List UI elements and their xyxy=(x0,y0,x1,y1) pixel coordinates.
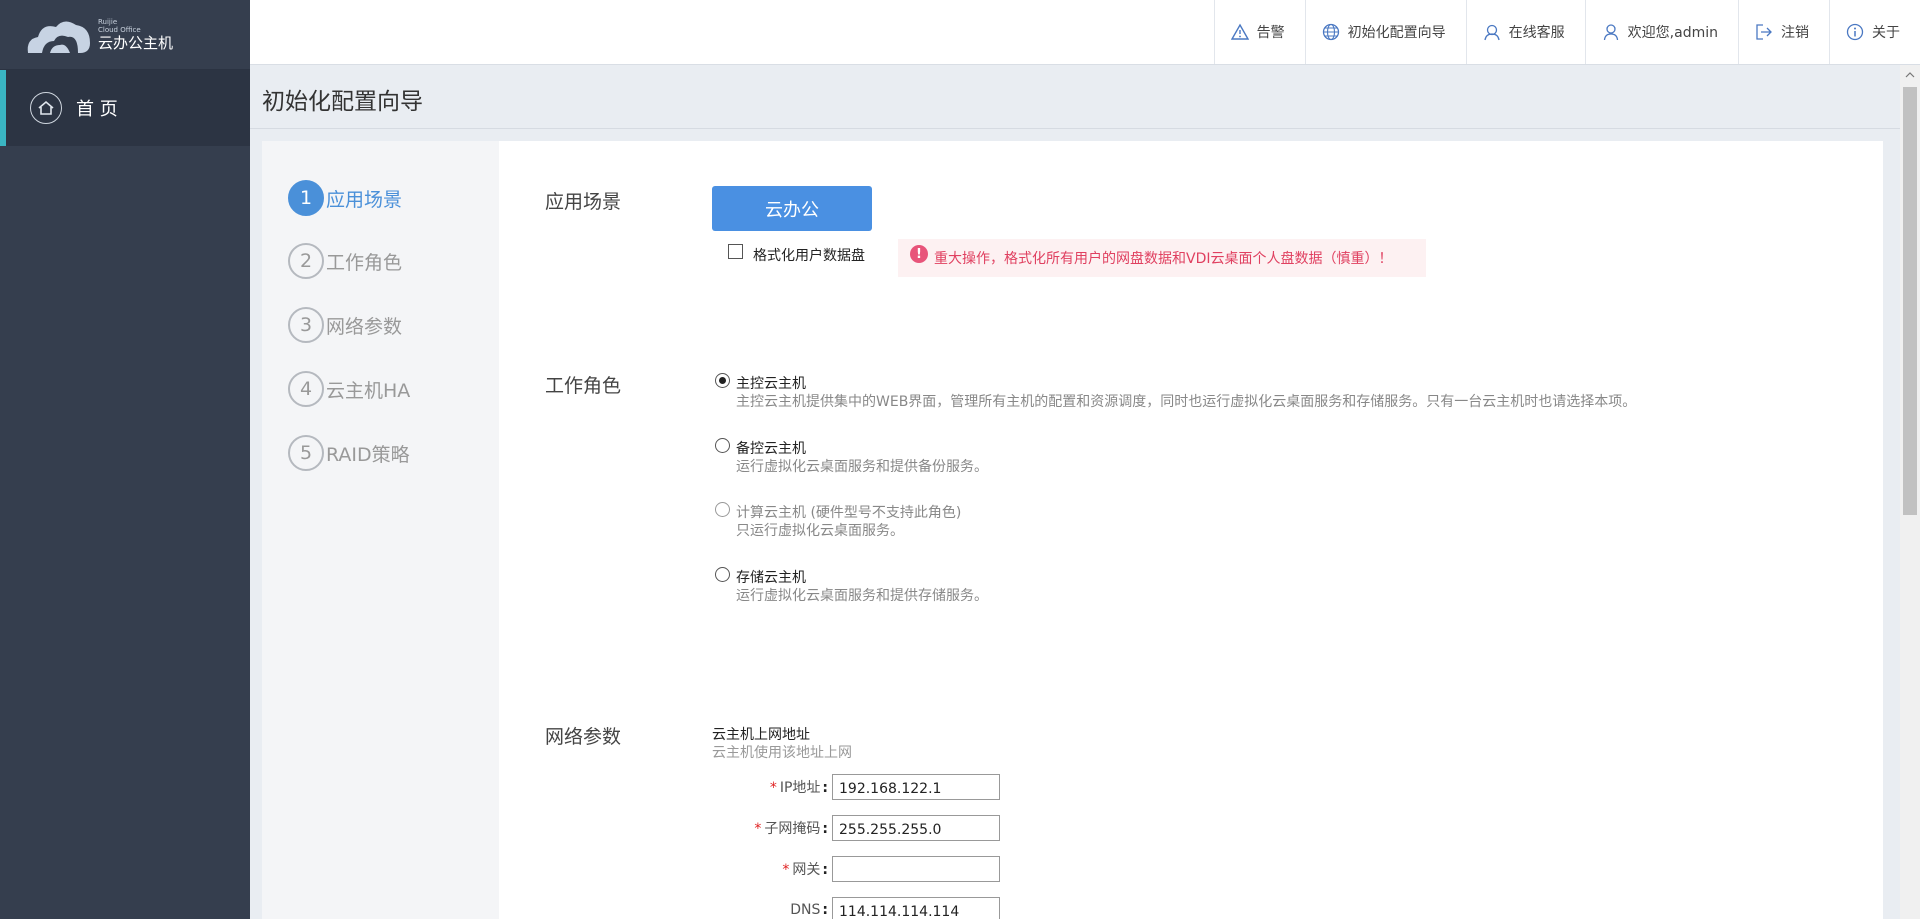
cloud-logo-icon xyxy=(27,20,90,53)
step-label: 应用场景 xyxy=(326,188,403,211)
step-number: 1 xyxy=(288,180,324,216)
alert-icon: ! xyxy=(910,245,928,263)
top-item-label: 告警 xyxy=(1256,25,1285,41)
step-number: 3 xyxy=(288,307,324,343)
step-scenario[interactable]: 1 应用场景 xyxy=(288,180,402,216)
step-number: 5 xyxy=(288,435,324,471)
network-subheading: 云主机使用该地址上网 xyxy=(712,745,852,761)
step-ha[interactable]: 4 云主机HA xyxy=(288,371,410,407)
role-title: 存储云主机 xyxy=(736,570,806,586)
netmask-field: * 子网掩码: xyxy=(712,815,1000,841)
page-title: 初始化配置向导 xyxy=(262,89,423,115)
role-title: 主控云主机 xyxy=(736,376,806,392)
scroll-up-arrow-icon[interactable] xyxy=(1900,65,1920,85)
home-icon xyxy=(30,92,62,124)
network-label: 网络参数 xyxy=(545,726,622,748)
sidebar-item-home[interactable]: 首 页 xyxy=(0,70,250,146)
top-item-label: 初始化配置向导 xyxy=(1347,25,1446,41)
logout-icon xyxy=(1756,24,1772,40)
warning-icon xyxy=(1230,23,1249,40)
title-divider xyxy=(250,128,1900,129)
role-desc: 主控云主机提供集中的WEB界面，管理所有主机的配置和资源调度，同时也运行虚拟化云… xyxy=(736,394,1637,410)
top-item-user[interactable]: 欢迎您,admin xyxy=(1584,0,1738,64)
dns-input[interactable] xyxy=(832,897,1000,919)
role-option-storage[interactable]: 存储云主机 运行虚拟化云桌面服务和提供存储服务。 xyxy=(715,567,988,605)
step-label: 网络参数 xyxy=(326,315,403,338)
format-disk-checkbox[interactable] xyxy=(728,243,743,259)
top-item-label: 欢迎您,admin xyxy=(1627,25,1718,41)
page-scrollbar[interactable] xyxy=(1900,65,1920,919)
ip-field: * IP地址: xyxy=(712,774,1000,800)
dns-field: DNS: xyxy=(712,897,1000,919)
ip-input[interactable] xyxy=(832,774,1000,800)
top-item-alarm[interactable]: 告警 xyxy=(1213,0,1305,64)
top-item-label: 注销 xyxy=(1781,25,1809,41)
step-role[interactable]: 2 工作角色 xyxy=(288,243,402,279)
warning-text: 重大操作，格式化所有用户的网盘数据和VDI云桌面个人盘数据（慎重）！ xyxy=(934,251,1393,267)
headset-icon xyxy=(1484,24,1500,41)
format-disk-label: 格式化用户数据盘 xyxy=(753,248,865,264)
step-raid[interactable]: 5 RAID策略 xyxy=(288,435,410,471)
wizard-steps: 1 应用场景 2 工作角色 3 网络参数 4 云主机HA 5 RAID策略 xyxy=(262,141,499,919)
sidebar: Ruijie Cloud Office 云办公主机 首 页 xyxy=(0,0,250,919)
field-label: IP地址 xyxy=(779,780,821,796)
step-number: 4 xyxy=(288,371,324,407)
role-desc: 只运行虚拟化云桌面服务。 xyxy=(736,523,904,539)
scroll-thumb[interactable] xyxy=(1903,87,1917,515)
info-icon xyxy=(1846,23,1864,41)
top-item-wizard[interactable]: 初始化配置向导 xyxy=(1304,0,1466,64)
netmask-input[interactable] xyxy=(832,815,1000,841)
role-option-backup[interactable]: 备控云主机 运行虚拟化云桌面服务和提供备份服务。 xyxy=(715,438,988,476)
format-disk-option[interactable]: 格式化用户数据盘 xyxy=(728,243,865,265)
top-item-label: 关于 xyxy=(1872,25,1900,41)
role-radio[interactable] xyxy=(715,373,730,388)
step-label: 工作角色 xyxy=(326,251,403,274)
sidebar-item-label: 首 页 xyxy=(76,99,118,120)
top-item-label: 在线客服 xyxy=(1508,25,1565,41)
field-label: 网关 xyxy=(792,862,821,878)
network-heading: 云主机上网地址 xyxy=(712,727,810,743)
top-item-support[interactable]: 在线客服 xyxy=(1465,0,1585,64)
field-label: 子网掩码 xyxy=(764,821,821,837)
role-label: 工作角色 xyxy=(545,375,622,397)
logo-brand: Ruijie xyxy=(98,17,118,26)
role-desc: 运行虚拟化云桌面服务和提供备份服务。 xyxy=(736,459,988,475)
logo-sub: Cloud Office xyxy=(98,25,141,34)
scenario-label: 应用场景 xyxy=(545,191,622,213)
logo-name: 云办公主机 xyxy=(98,33,174,52)
top-item-about[interactable]: 关于 xyxy=(1829,0,1920,64)
role-option-compute: 计算云主机 (硬件型号不支持此角色) 只运行虚拟化云桌面服务。 xyxy=(715,502,961,540)
top-item-logout[interactable]: 注销 xyxy=(1738,0,1829,64)
role-radio[interactable] xyxy=(715,567,730,582)
gateway-field: * 网关: xyxy=(712,856,1000,882)
role-option-master[interactable]: 主控云主机 主控云主机提供集中的WEB界面，管理所有主机的配置和资源调度，同时也… xyxy=(715,373,1636,411)
field-label: DNS xyxy=(790,902,821,918)
gateway-input[interactable] xyxy=(832,856,1000,882)
step-label: 云主机HA xyxy=(326,379,411,402)
step-label: RAID策略 xyxy=(326,443,410,466)
top-bar: 告警 初始化配置向导 在线客服 欢迎您,admin 注销 关于 xyxy=(250,0,1920,65)
globe-icon xyxy=(1322,23,1339,41)
role-title: 计算云主机 (硬件型号不支持此角色) xyxy=(736,505,962,521)
role-desc: 运行虚拟化云桌面服务和提供存储服务。 xyxy=(736,588,988,604)
role-radio xyxy=(715,502,730,517)
step-network[interactable]: 3 网络参数 xyxy=(288,307,402,343)
role-radio[interactable] xyxy=(715,438,730,453)
wizard-card: 1 应用场景 2 工作角色 3 网络参数 4 云主机HA 5 RAID策略 应用… xyxy=(262,141,1883,919)
format-warning: ! 重大操作，格式化所有用户的网盘数据和VDI云桌面个人盘数据（慎重）！ xyxy=(898,239,1426,277)
cloud-office-button[interactable]: 云办公 xyxy=(712,186,872,231)
user-icon xyxy=(1603,24,1618,41)
step-number: 2 xyxy=(288,243,324,279)
role-title: 备控云主机 xyxy=(736,441,806,457)
logo: Ruijie Cloud Office 云办公主机 xyxy=(0,0,250,70)
